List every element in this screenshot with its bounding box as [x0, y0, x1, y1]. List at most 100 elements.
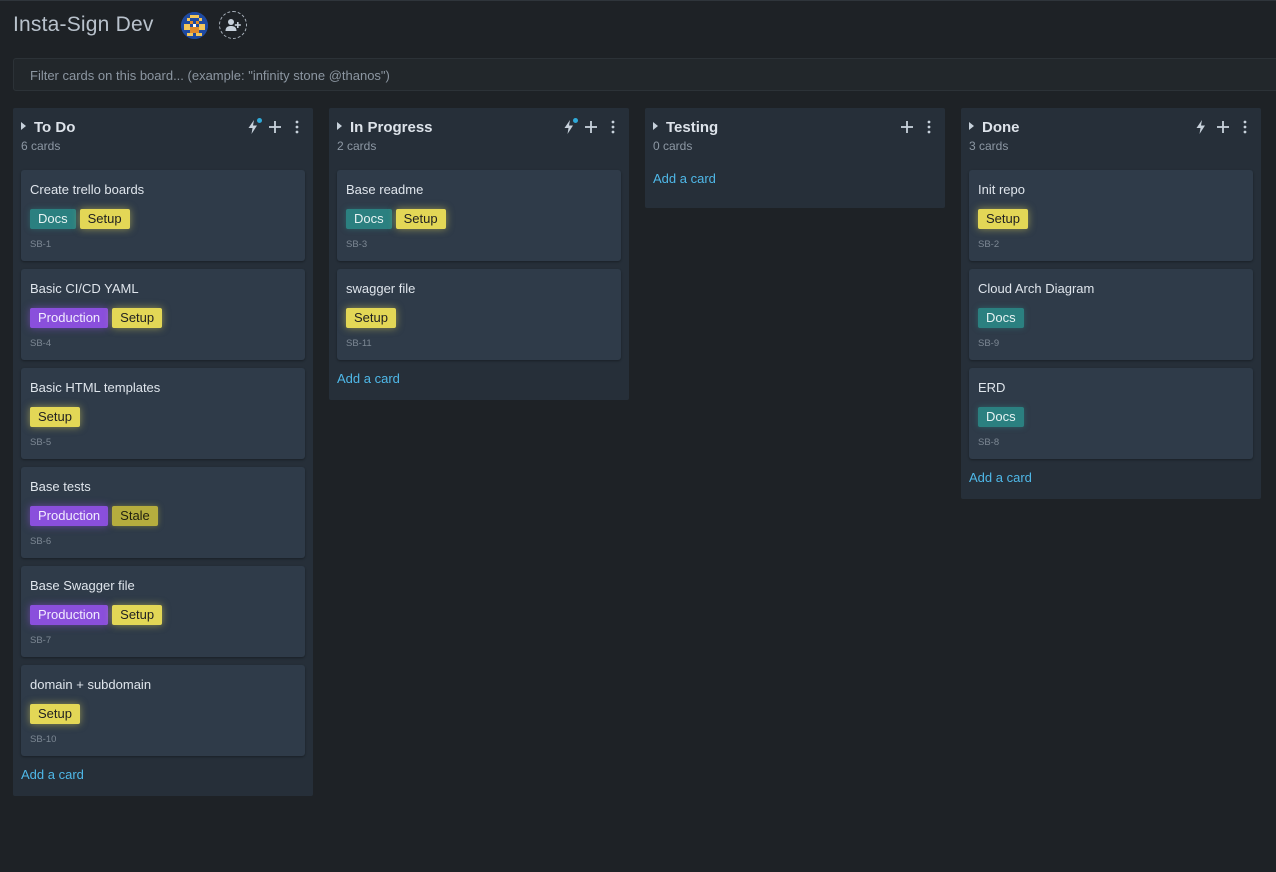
- card[interactable]: swagger file Setup SB-11: [337, 269, 621, 360]
- card-id: SB-6: [30, 536, 52, 547]
- label-docs: Docs: [346, 209, 392, 229]
- add-card-link[interactable]: Add a card: [645, 170, 945, 208]
- collapse-caret-icon[interactable]: [653, 122, 658, 130]
- card-labels: Production Setup: [30, 308, 163, 328]
- more-options-icon[interactable]: [289, 119, 305, 135]
- column-testing: Testing 0 cards Add a card: [645, 108, 945, 208]
- label-setup: Setup: [112, 605, 163, 625]
- card-list: Create trello boards Docs Setup SB-1 Basic C…: [13, 166, 313, 756]
- column-header: To Do 6 cards: [13, 108, 313, 166]
- label-production: Production: [30, 308, 109, 328]
- card-labels: Setup: [346, 308, 396, 328]
- card-list: Init repo Setup SB-2 Cloud Arch Diagram Docs…: [961, 166, 1261, 459]
- card[interactable]: Base tests Production Stale SB-6: [21, 467, 305, 558]
- column-header: In Progress 2 cards: [329, 108, 629, 166]
- label-setup: Setup: [978, 209, 1028, 229]
- column-title: Done: [982, 119, 1020, 136]
- card-labels: Setup: [978, 209, 1028, 229]
- more-options-icon[interactable]: [921, 119, 937, 135]
- card-title: Basic CI/CD YAML: [30, 281, 139, 296]
- card[interactable]: ERD Docs SB-8: [969, 368, 1253, 459]
- filter-bar: [13, 58, 1276, 91]
- pixel-avatar-icon: [181, 12, 208, 39]
- card[interactable]: Cloud Arch Diagram Docs SB-9: [969, 269, 1253, 360]
- add-card-plus-icon[interactable]: [899, 119, 915, 135]
- column-header: Done 3 cards: [961, 108, 1261, 166]
- card-title: Base readme: [346, 182, 424, 197]
- label-docs: Docs: [978, 308, 1024, 328]
- card-labels: Docs: [978, 407, 1024, 427]
- column-card-count: 0 cards: [653, 139, 693, 153]
- column-card-count: 6 cards: [21, 139, 61, 153]
- column-done: Done 3 cards Init repo Setup SB-2 Cloud Arch …: [961, 108, 1261, 499]
- column-card-count: 2 cards: [337, 139, 377, 153]
- column-card-count: 3 cards: [969, 139, 1009, 153]
- card-labels: Setup: [30, 407, 80, 427]
- column-header: Testing 0 cards: [645, 108, 945, 166]
- label-stale: Stale: [112, 506, 158, 526]
- card-labels: Production Stale: [30, 506, 158, 526]
- more-options-icon[interactable]: [605, 119, 621, 135]
- add-card-plus-icon[interactable]: [583, 119, 599, 135]
- card-id: SB-8: [978, 437, 1000, 448]
- card-title: swagger file: [346, 281, 416, 296]
- card[interactable]: Basic HTML templates Setup SB-5: [21, 368, 305, 459]
- card-labels: Docs: [978, 308, 1024, 328]
- card-id: SB-7: [30, 635, 52, 646]
- label-setup: Setup: [79, 209, 130, 229]
- card-title: Basic HTML templates: [30, 380, 161, 395]
- column-title: To Do: [34, 119, 76, 136]
- column-title: In Progress: [350, 119, 433, 136]
- card-title: Init repo: [978, 182, 1025, 197]
- filter-input[interactable]: [30, 68, 1276, 83]
- automation-bolt-icon[interactable]: [561, 118, 578, 135]
- card[interactable]: Create trello boards Docs Setup SB-1: [21, 170, 305, 261]
- card-title: Base Swagger file: [30, 578, 135, 593]
- card-labels: Production Setup: [30, 605, 163, 625]
- collapse-caret-icon[interactable]: [21, 122, 26, 130]
- card-labels: Docs Setup: [346, 209, 446, 229]
- column-in-progress: In Progress 2 cards Base readme Docs Setup SB…: [329, 108, 629, 400]
- add-member-button[interactable]: [219, 11, 247, 39]
- card-id: SB-10: [30, 734, 57, 745]
- member-avatar[interactable]: [181, 12, 208, 39]
- label-setup: Setup: [30, 407, 80, 427]
- label-setup: Setup: [395, 209, 446, 229]
- add-card-link[interactable]: Add a card: [329, 368, 629, 400]
- card-id: SB-5: [30, 437, 52, 448]
- card-labels: Setup: [30, 704, 80, 724]
- card-id: SB-11: [346, 338, 372, 349]
- card-id: SB-4: [30, 338, 52, 349]
- collapse-caret-icon[interactable]: [337, 122, 342, 130]
- card[interactable]: Base Swagger file Production Setup SB-7: [21, 566, 305, 657]
- card-id: SB-1: [30, 239, 52, 250]
- column-title: Testing: [666, 119, 719, 136]
- notification-dot: [573, 118, 578, 123]
- card-id: SB-9: [978, 338, 1000, 349]
- card-title: ERD: [978, 380, 1006, 395]
- label-setup: Setup: [112, 308, 163, 328]
- card-labels: Docs Setup: [30, 209, 130, 229]
- card[interactable]: Base readme Docs Setup SB-3: [337, 170, 621, 261]
- board-title[interactable]: Insta-Sign Dev: [13, 13, 154, 37]
- card[interactable]: Init repo Setup SB-2: [969, 170, 1253, 261]
- column-to-do: To Do 6 cards Create trello boards Docs Setu…: [13, 108, 313, 796]
- card-id: SB-2: [978, 239, 1000, 250]
- add-card-link[interactable]: Add a card: [961, 467, 1261, 499]
- card[interactable]: domain + subdomain Setup SB-10: [21, 665, 305, 756]
- card[interactable]: Basic CI/CD YAML Production Setup SB-4: [21, 269, 305, 360]
- add-card-plus-icon[interactable]: [1215, 119, 1231, 135]
- add-card-plus-icon[interactable]: [267, 119, 283, 135]
- label-setup: Setup: [346, 308, 396, 328]
- card-title: Create trello boards: [30, 182, 145, 197]
- board-header: Insta-Sign Dev: [0, 0, 1276, 52]
- collapse-caret-icon[interactable]: [969, 122, 974, 130]
- automation-bolt-icon[interactable]: [1193, 119, 1209, 135]
- automation-bolt-icon[interactable]: [245, 118, 262, 135]
- column-actions: [1193, 119, 1253, 135]
- more-options-icon[interactable]: [1237, 119, 1253, 135]
- label-production: Production: [30, 506, 109, 526]
- add-person-icon: [225, 19, 241, 31]
- add-card-link[interactable]: Add a card: [13, 764, 313, 796]
- label-production: Production: [30, 605, 109, 625]
